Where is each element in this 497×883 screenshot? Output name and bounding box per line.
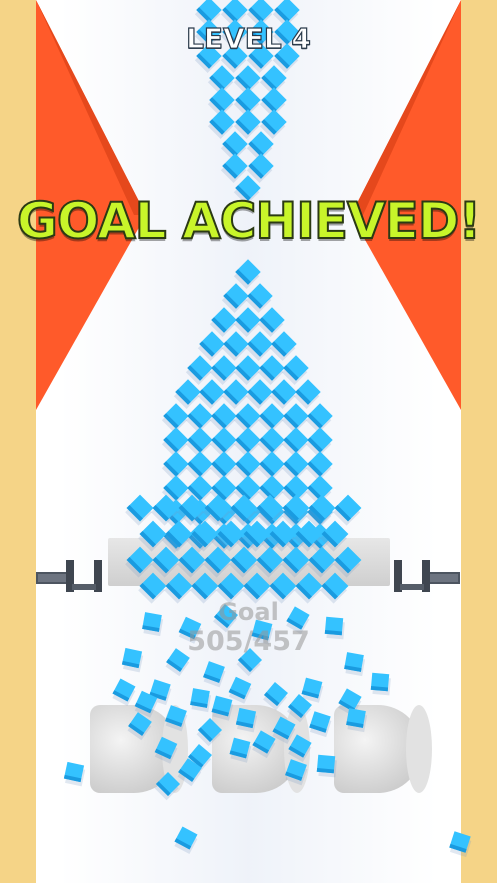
cube — [125, 546, 154, 578]
cube — [346, 708, 368, 733]
cube — [449, 831, 472, 858]
cube — [255, 494, 284, 526]
game-scene: Goal 505/457 LEVEL 4 GOAL ACHIEVED! — [0, 0, 497, 883]
cube — [333, 494, 362, 526]
cube — [235, 707, 258, 733]
cube — [207, 109, 235, 139]
cube — [174, 826, 198, 854]
cube — [154, 771, 181, 801]
cube — [285, 759, 308, 786]
cube — [316, 754, 337, 778]
cube — [281, 494, 310, 526]
cube — [229, 546, 258, 578]
cube — [262, 682, 288, 711]
cube — [211, 695, 234, 721]
goal-counter: Goal 505/457 — [0, 598, 497, 657]
cube — [220, 153, 248, 183]
cube — [164, 520, 193, 552]
goal-count: 505/457 — [187, 626, 310, 657]
cube — [309, 711, 332, 738]
cube — [63, 761, 86, 787]
cube — [307, 546, 336, 578]
cube — [203, 546, 232, 578]
cube — [125, 494, 154, 526]
cube — [177, 546, 206, 578]
level-title: LEVEL 4 — [185, 21, 311, 55]
cube — [370, 672, 391, 696]
cube — [255, 546, 284, 578]
goal-label: Goal — [218, 598, 279, 626]
cube — [154, 736, 178, 764]
cube-field — [63, 0, 472, 858]
goal-achieved-banner: GOAL ACHIEVED! — [16, 191, 482, 251]
cube — [281, 546, 310, 578]
cube — [138, 520, 167, 552]
cube — [190, 688, 212, 713]
cube — [307, 494, 336, 526]
cube — [229, 737, 252, 763]
cube — [112, 678, 136, 706]
cube — [196, 717, 223, 747]
cube — [333, 546, 362, 578]
cube — [203, 661, 226, 688]
cube — [288, 734, 312, 763]
cube — [165, 705, 188, 732]
